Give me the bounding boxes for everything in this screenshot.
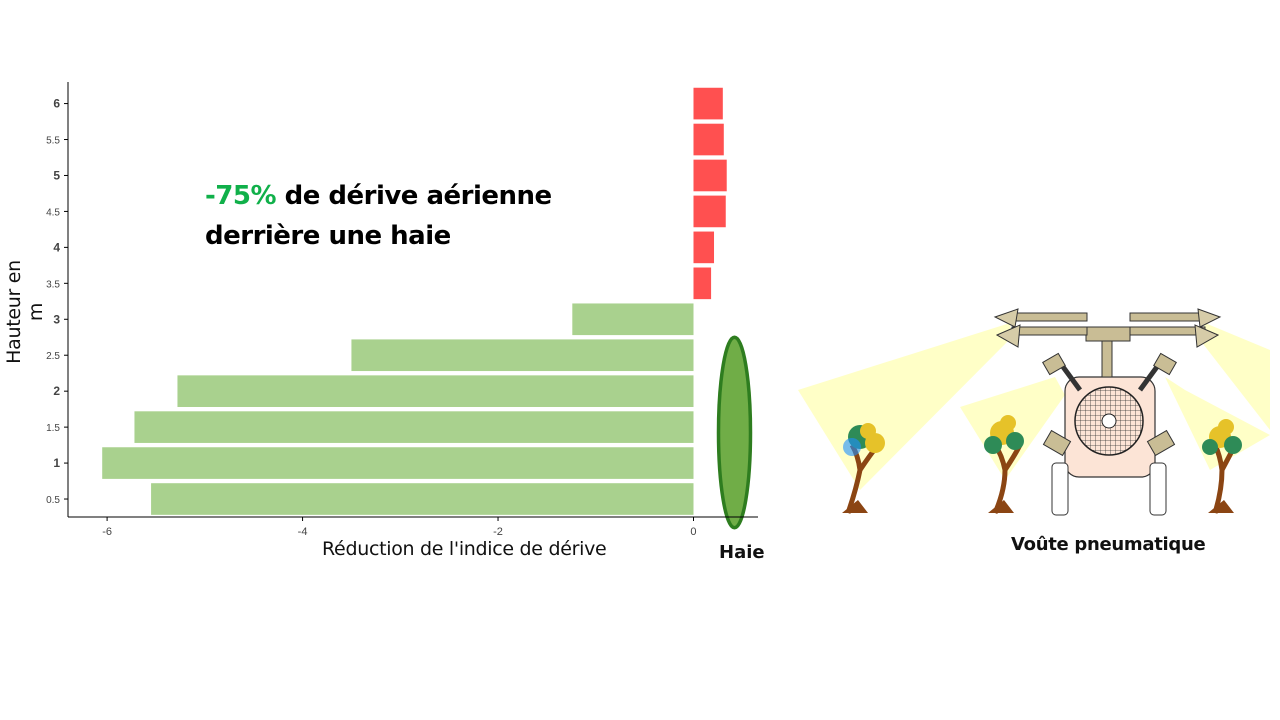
bar-height-3 bbox=[572, 303, 694, 336]
bar-height-0-5 bbox=[151, 483, 694, 515]
bar-height-2-5 bbox=[351, 339, 694, 372]
x-tick-labels: -6 -4 -2 0 bbox=[102, 517, 697, 538]
y-tick-label: 5 bbox=[53, 168, 60, 182]
y-tick-label: 3 bbox=[53, 312, 60, 326]
hedge-group bbox=[716, 335, 753, 530]
headline-line1: de dérive aérienne bbox=[276, 181, 553, 211]
headline-percentage: -75% bbox=[205, 181, 277, 211]
y-axis-label: Hauteur en m bbox=[3, 260, 47, 364]
x-tick-label: -2 bbox=[493, 526, 503, 538]
hedge-label: Haie bbox=[719, 542, 765, 563]
bar-height-4-5 bbox=[693, 195, 726, 228]
drift-chart: -6 -4 -2 0 0.5 1 1.5 2 2.5 3 3.5 4 4.5 5 5.5 6 bbox=[46, 82, 758, 538]
x-axis-label: Réduction de l'indice de dérive bbox=[322, 538, 607, 560]
bar-height-1-5 bbox=[134, 411, 694, 443]
y-tick-label: 4 bbox=[53, 240, 60, 254]
y-tick-labels: 0.5 1 1.5 2 2.5 3 3.5 4 4.5 5 5.5 6 bbox=[46, 97, 68, 506]
bar-height-2 bbox=[177, 375, 694, 407]
y-tick-label: 5.5 bbox=[46, 136, 60, 147]
bar-group bbox=[102, 87, 727, 515]
y-tick-label: 1.5 bbox=[46, 423, 60, 434]
bar-height-5 bbox=[693, 159, 727, 192]
y-tick-label: 4.5 bbox=[46, 207, 60, 218]
x-tick-label: 0 bbox=[690, 526, 696, 538]
y-tick-label: 1 bbox=[53, 456, 60, 470]
sprayer-label: Voûte pneumatique bbox=[1011, 534, 1206, 555]
y-tick-label: 6 bbox=[53, 97, 60, 111]
y-tick-label: 3.5 bbox=[46, 279, 60, 290]
headline: -75% de dérive aérienne derrière une hai… bbox=[205, 176, 552, 256]
y-tick-label: 0.5 bbox=[46, 495, 60, 506]
sprayer-illustration bbox=[798, 308, 1270, 516]
y-tick-label: 2 bbox=[53, 384, 60, 398]
headline-line2: derrière une haie bbox=[205, 221, 451, 251]
x-tick-label: -4 bbox=[298, 526, 308, 538]
bar-height-4 bbox=[693, 231, 715, 264]
bar-height-5-5 bbox=[693, 123, 724, 156]
hedge-shape bbox=[716, 335, 753, 530]
bar-height-6 bbox=[693, 87, 723, 120]
bar-height-3-5 bbox=[693, 267, 712, 300]
bar-height-1 bbox=[102, 447, 694, 479]
y-tick-label: 2.5 bbox=[46, 351, 60, 362]
x-tick-label: -6 bbox=[102, 526, 112, 538]
